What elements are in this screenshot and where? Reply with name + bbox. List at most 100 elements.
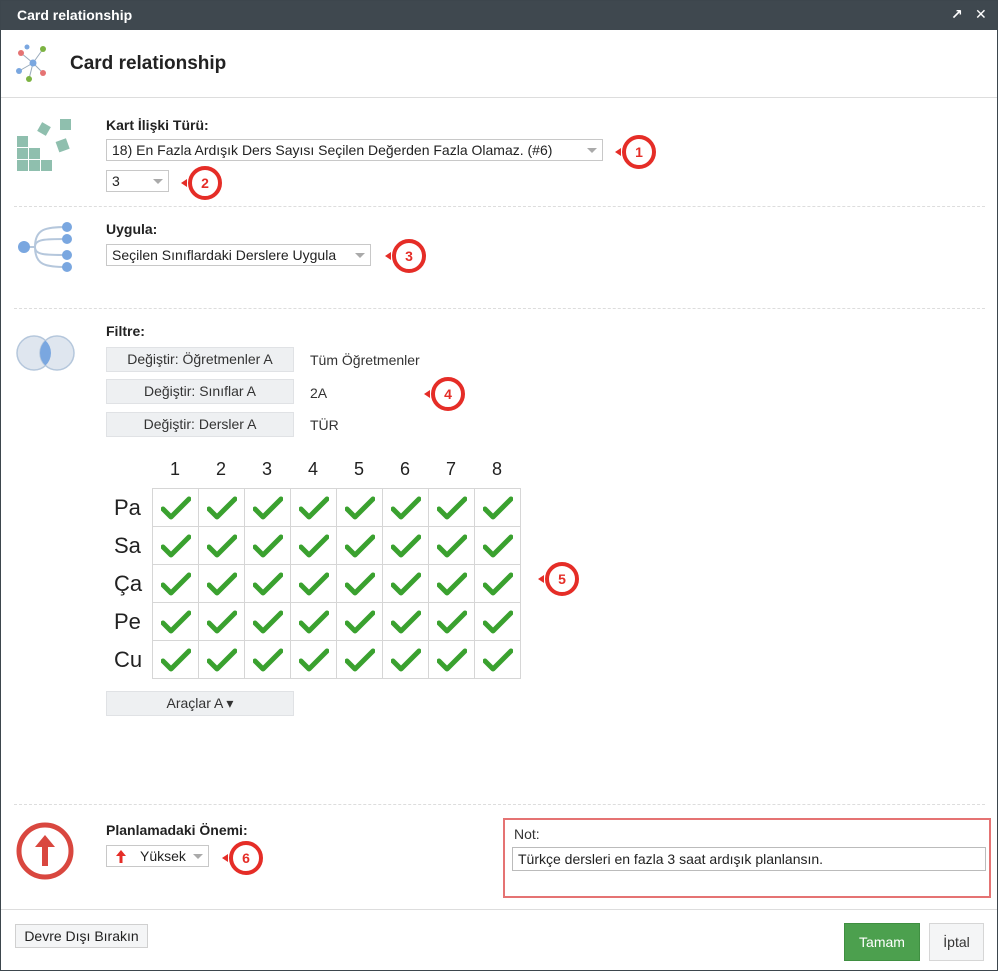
checkmark-icon (298, 610, 329, 633)
checkmark-icon (390, 610, 421, 633)
note-input[interactable] (512, 847, 986, 871)
grid-cell[interactable] (428, 564, 475, 603)
grid-cell[interactable] (382, 488, 429, 527)
callout-badge-2: 2 (181, 166, 222, 200)
grid-cell[interactable] (244, 640, 291, 679)
chevron-down-icon (355, 253, 365, 258)
grid-cell[interactable] (382, 602, 429, 641)
ok-button[interactable]: Tamam (844, 923, 920, 961)
grid-row-label: Cu (114, 647, 143, 672)
checkmark-icon (160, 572, 191, 595)
grid-cell[interactable] (152, 640, 199, 679)
grid-cell[interactable] (474, 526, 521, 565)
checkmark-icon (298, 534, 329, 557)
checkmark-icon (482, 534, 513, 557)
grid-cell[interactable] (198, 602, 245, 641)
tools-menu-button[interactable]: Araçlar A ▾ (106, 691, 294, 716)
grid-cell[interactable] (244, 526, 291, 565)
grid-cell[interactable] (290, 526, 337, 565)
note-label: Not: (514, 826, 540, 842)
change-subjects-button[interactable]: Değiştir: Dersler A (106, 412, 294, 437)
checkmark-icon (206, 610, 237, 633)
checkmark-icon (344, 496, 375, 519)
grid-cell[interactable] (336, 488, 383, 527)
window-title: Card relationship (17, 7, 133, 23)
subjects-filter-value: TÜR (310, 417, 339, 433)
checkmark-icon (436, 534, 467, 557)
grid-row-label: Pa (114, 495, 141, 520)
checkmark-icon (482, 572, 513, 595)
checkmark-icon (206, 572, 237, 595)
checkmark-icon (206, 496, 237, 519)
importance-select[interactable]: Yüksek (106, 845, 209, 867)
grid-cell[interactable] (474, 564, 521, 603)
branch-tree-icon (18, 222, 72, 272)
section-divider (14, 804, 985, 805)
grid-cell[interactable] (428, 602, 475, 641)
grid-cell[interactable] (244, 564, 291, 603)
grid-cell[interactable] (152, 526, 199, 565)
maximize-icon[interactable]: ↗ (951, 6, 963, 23)
grid-column-header: 2 (215, 459, 226, 479)
close-icon[interactable]: ✕ (975, 6, 987, 23)
apply-select[interactable]: Seçilen Sınıflardaki Derslere Uygula (106, 244, 371, 266)
grid-cell[interactable] (290, 602, 337, 641)
grid-column-header: 1 (169, 459, 180, 479)
checkmark-icon (390, 572, 421, 595)
grid-cell[interactable] (382, 640, 429, 679)
grid-cell[interactable] (336, 526, 383, 565)
checkmark-icon (206, 648, 237, 671)
grid-cell[interactable] (336, 564, 383, 603)
checkmark-icon (482, 648, 513, 671)
chevron-down-icon (153, 179, 163, 184)
checkmark-icon (436, 648, 467, 671)
grid-cell[interactable] (336, 602, 383, 641)
change-teachers-button[interactable]: Değiştir: Öğretmenler A (106, 347, 294, 372)
note-panel: Not: (503, 818, 991, 898)
grid-cell[interactable] (474, 640, 521, 679)
cancel-button[interactable]: İptal (929, 923, 984, 961)
section-divider (14, 308, 985, 309)
grid-cell[interactable] (382, 564, 429, 603)
venn-diagram-icon (16, 335, 75, 371)
checkmark-icon (482, 610, 513, 633)
grid-cell[interactable] (428, 488, 475, 527)
disable-button[interactable]: Devre Dışı Bırakın (15, 924, 148, 948)
grid-row-label: Pe (114, 609, 141, 634)
importance-value: Yüksek (140, 848, 186, 864)
change-classes-button[interactable]: Değiştir: Sınıflar A (106, 379, 294, 404)
grid-cell[interactable] (152, 602, 199, 641)
card-relationship-dialog: Card relationship ↗ ✕ Card relationship (0, 0, 998, 971)
grid-cell[interactable] (382, 526, 429, 565)
grid-cell[interactable] (244, 488, 291, 527)
checkmark-icon (436, 610, 467, 633)
checkmark-icon (344, 648, 375, 671)
checkmark-icon (344, 534, 375, 557)
grid-cell[interactable] (198, 640, 245, 679)
checkmark-icon (390, 496, 421, 519)
grid-cell[interactable] (428, 640, 475, 679)
checkmark-icon (298, 648, 329, 671)
grid-cell[interactable] (198, 526, 245, 565)
teachers-filter-value: Tüm Öğretmenler (310, 352, 420, 368)
checkmark-icon (390, 648, 421, 671)
grid-cell[interactable] (474, 488, 521, 527)
callout-badge-3: 3 (385, 239, 426, 273)
grid-cell[interactable] (474, 602, 521, 641)
relationship-type-select[interactable]: 18) En Fazla Ardışık Ders Sayısı Seçilen… (106, 139, 603, 161)
grid-cell[interactable] (290, 564, 337, 603)
grid-cell[interactable] (198, 488, 245, 527)
grid-cell[interactable] (198, 564, 245, 603)
cards-blocks-icon (17, 119, 71, 171)
checkmark-icon (252, 534, 283, 557)
grid-cell[interactable] (152, 564, 199, 603)
grid-cell[interactable] (244, 602, 291, 641)
apply-label: Uygula: (106, 221, 158, 237)
grid-cell[interactable] (290, 488, 337, 527)
grid-cell[interactable] (290, 640, 337, 679)
grid-cell[interactable] (336, 640, 383, 679)
relationship-count-select[interactable]: 3 (106, 170, 169, 192)
grid-cell[interactable] (428, 526, 475, 565)
grid-cell[interactable] (152, 488, 199, 527)
grid-column-header: 7 (445, 459, 456, 479)
